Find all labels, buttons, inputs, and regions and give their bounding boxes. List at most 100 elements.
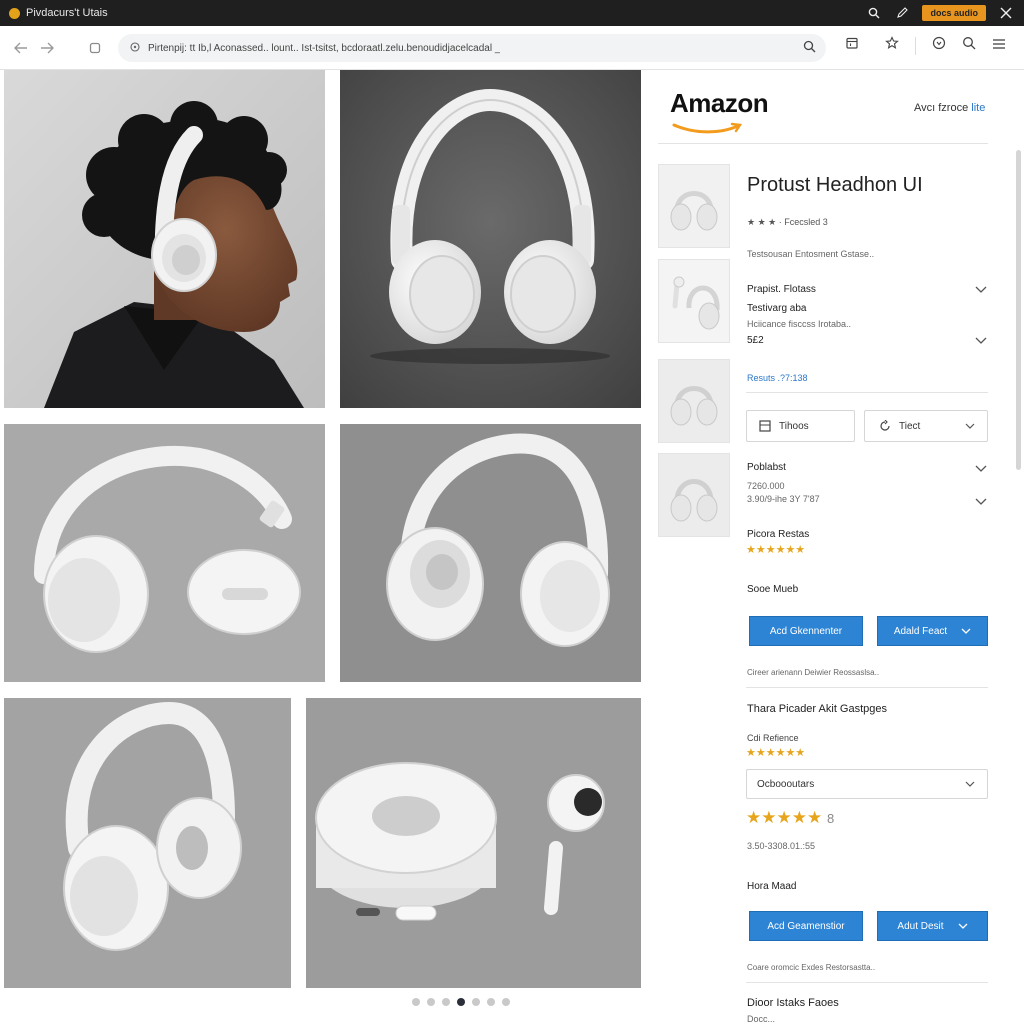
gallery-image-angle[interactable] [340,424,641,682]
product-title: Protust Headhon UI [747,174,923,196]
review-sort-value: Ocboooutars [757,778,815,790]
back-arrow-icon[interactable] [10,37,32,59]
section1-note: Hciicance fisccss Irotaba.. [747,319,852,329]
chevron-down-icon[interactable] [975,286,987,294]
site-favicon-icon [9,7,20,19]
chevron-down-icon [965,423,975,429]
add-to-cart-button[interactable]: Acd Gkennenter [749,616,863,646]
option-right-label: Tiect [899,420,921,432]
window-titlebar: Pivdacurs't Utais docs audio [0,0,1024,26]
address-bar[interactable]: Pirtenpij: tt Ib,l Aconassed.. lount.. I… [118,34,826,62]
chevron-down-icon [961,628,971,634]
reviews-sublabel: Cdi Refience [747,733,799,743]
gallery-image-front[interactable] [340,70,641,408]
rating-summary[interactable]: ★ ★ ★ · Fcecsled 3 [747,217,828,228]
buy-block1-foot[interactable]: Cireer arienann Deiwier Reossaslsa.. [747,668,879,677]
reviews-big-stars: ★★★★★ 8 [746,808,834,828]
reviews-stars: ★★★★★★ [746,747,806,759]
divider [915,36,916,55]
divider [658,143,988,144]
header-link-accent: lite [971,102,986,114]
add-to-cart-label-2: Acd Geamenstior [767,920,845,932]
extension-badge[interactable]: docs audio [922,5,986,21]
address-search-icon[interactable] [803,40,816,58]
edit-pen-icon[interactable] [894,5,910,21]
calendar-icon[interactable] [845,36,859,55]
rating-stars: ★★★★★★ [746,544,806,556]
gallery-image-side[interactable] [4,424,325,682]
smile-arrow-icon [672,122,743,134]
grid-icon [759,420,771,432]
bookmark-star-icon[interactable] [885,36,899,55]
thumbnail-1[interactable] [658,164,730,248]
review-sort-select[interactable]: Ocboooutars [746,769,988,799]
search-icon[interactable] [866,5,882,21]
section2-line2: 3.90/9-ihe 3Y 7'87 [747,494,820,504]
pagination-dot[interactable] [472,998,480,1006]
gallery-image-accessories[interactable] [306,698,641,988]
scrollbar[interactable] [1016,150,1021,470]
thumbnail-3[interactable] [658,359,730,443]
secondary-buy-button[interactable]: Adald Feact [877,616,988,646]
section3-heading: Picora Restas [747,529,810,540]
footer-heading: Dioor Istaks Faoes [747,997,839,1009]
section1-price: 5£2 [747,335,764,346]
product-panel: Amazon Avcı fzroce lite Protust Headhon … [642,70,1024,1024]
reload-icon[interactable] [84,37,106,59]
add-to-cart-label: Acd Gkennenter [769,625,843,637]
pagination-dot[interactable] [442,998,450,1006]
refresh-icon [880,420,890,431]
add-to-cart-button-2[interactable]: Acd Geamenstior [749,911,863,941]
chevron-down-icon[interactable] [975,337,987,345]
section2-line1: 7260.000 [747,481,785,491]
forward-arrow-icon[interactable] [36,37,58,59]
results-link[interactable]: Resuts .?7:138 [747,373,808,383]
reviews-heading: Thara Picader Akit Gastpges [747,703,888,715]
logo-text: Amazon [670,88,769,118]
pagination-dot[interactable] [427,998,435,1006]
option-button-left[interactable]: Tihoos [746,410,855,442]
tab-title[interactable]: Pivdacurs't Utais [26,7,108,19]
gallery-pagination [412,998,510,1006]
search-icon[interactable] [962,36,976,55]
secondary-buy-button-2[interactable]: Adut Desit [877,911,988,941]
section1-subheading: Testivarg aba [747,303,807,314]
chevron-down-icon[interactable] [975,498,987,506]
site-info-icon[interactable] [130,39,140,57]
big-stars-glyphs: ★★★★★ [746,808,823,827]
divider [746,982,988,983]
big-stars-count: 8 [826,811,835,826]
pagination-dot[interactable] [502,998,510,1006]
section1-heading: Prapist. Flotass [747,284,816,295]
divider [746,392,988,393]
pagination-dot[interactable] [487,998,495,1006]
chevron-down-icon[interactable] [975,465,987,473]
section2-heading: Poblabst [747,462,786,473]
divider [746,687,988,688]
gallery-image-cushion[interactable] [4,698,291,988]
gallery-image-model[interactable] [4,70,325,408]
meta-line[interactable]: Testsousan Entosment Gstase.. [747,249,874,259]
thumbnail-4[interactable] [658,453,730,537]
option-left-label: Tihoos [779,420,809,432]
url-text[interactable]: Pirtenpij: tt Ib,l Aconassed.. lount.. I… [148,43,500,54]
footer-sub: Docc... [747,1014,776,1024]
buy-block1-heading: Sooe Mueb [747,584,799,595]
amazon-logo[interactable]: Amazon [670,88,769,134]
secondary-buy-label-2: Adut Desit [897,920,944,932]
buy-block2-foot[interactable]: Coare oromcic Exdes Restorsastta.. [747,963,875,972]
option-button-right[interactable]: Tiect [864,410,988,442]
chevron-down-icon [965,781,975,787]
header-link-prefix: Avcı fzroce [914,102,969,114]
buy-block2-heading: Hora Maad [747,881,797,892]
browser-toolbar: Pirtenpij: tt Ib,l Aconassed.. lount.. I… [0,26,1024,70]
shield-icon[interactable] [932,36,946,55]
chevron-down-icon [958,923,968,929]
menu-hamburger-icon[interactable] [992,37,1006,55]
pagination-dot[interactable] [412,998,420,1006]
pagination-dot[interactable] [457,998,465,1006]
close-icon[interactable] [998,5,1014,21]
secondary-buy-label: Adald Feact [893,625,948,637]
thumbnail-2[interactable] [658,259,730,343]
header-link[interactable]: Avcı fzroce lite [914,102,985,114]
